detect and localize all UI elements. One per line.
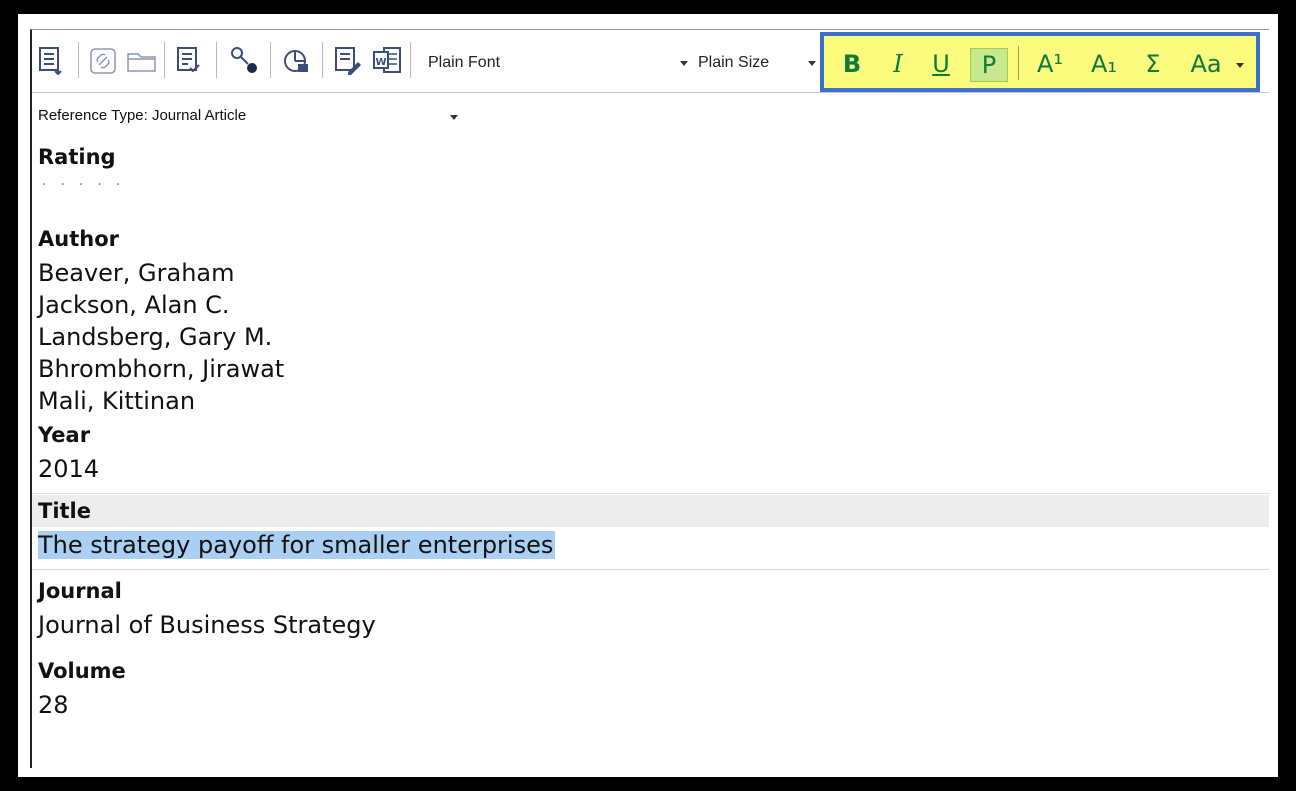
- reference-type-dropdown[interactable]: Reference Type: Journal Article: [38, 107, 246, 124]
- folder-icon[interactable]: [126, 44, 158, 78]
- italic-button[interactable]: I: [886, 48, 910, 80]
- author-value[interactable]: Landsberg, Gary M.: [38, 323, 272, 351]
- toolbar-separator: [410, 42, 411, 78]
- font-dropdown[interactable]: Plain Font: [420, 50, 620, 76]
- author-value[interactable]: Bhrombhorn, Jirawat: [38, 355, 284, 383]
- size-dropdown[interactable]: Plain Size: [698, 50, 808, 76]
- chevron-down-icon[interactable]: [450, 115, 458, 120]
- author-value[interactable]: Beaver, Graham: [38, 259, 235, 287]
- find-fulltext-icon[interactable]: [228, 44, 260, 78]
- title-label-band: [32, 495, 1269, 527]
- bold-button[interactable]: B: [840, 48, 864, 80]
- toolbar-separator: [322, 42, 323, 78]
- reference-panel: W Plain Font Plain Size B I U P A¹ A₁ Σ …: [30, 29, 1269, 768]
- toolbar: W Plain Font Plain Size B I U P A¹ A₁ Σ …: [32, 30, 1269, 93]
- reference-check-icon[interactable]: [174, 44, 206, 78]
- author-value[interactable]: Jackson, Alan C.: [38, 291, 230, 319]
- reference-type-label: Reference Type: Journal Article: [38, 107, 247, 124]
- author-value[interactable]: Mali, Kittinan: [38, 387, 195, 415]
- chevron-down-icon[interactable]: [680, 61, 688, 66]
- year-value[interactable]: 2014: [38, 455, 99, 483]
- font-dropdown-value: Plain Font: [428, 54, 501, 71]
- pie-chart-icon[interactable]: [280, 44, 312, 78]
- divider: [32, 493, 1269, 494]
- chevron-down-icon[interactable]: [1236, 63, 1244, 68]
- insert-citation-icon[interactable]: [36, 44, 68, 78]
- author-label: Author: [38, 227, 119, 251]
- year-label: Year: [38, 423, 91, 447]
- toolbar-separator: [78, 42, 79, 78]
- subscript-button[interactable]: A₁: [1082, 48, 1126, 80]
- rating-stars[interactable]: ·····: [42, 177, 134, 193]
- edit-reference-icon[interactable]: [332, 44, 364, 78]
- link-icon[interactable]: [88, 44, 120, 78]
- underline-button[interactable]: U: [928, 48, 954, 80]
- change-case-button[interactable]: Aa: [1184, 48, 1228, 80]
- word-document-icon[interactable]: W: [372, 44, 404, 78]
- title-value[interactable]: The strategy payoff for smaller enterpri…: [38, 531, 556, 559]
- rating-label: Rating: [38, 145, 116, 169]
- journal-label: Journal: [38, 579, 122, 603]
- journal-value[interactable]: Journal of Business Strategy: [38, 611, 376, 639]
- reference-fields: Reference Type: Journal Article Rating ·…: [32, 93, 1269, 768]
- symbol-button[interactable]: Σ: [1136, 48, 1170, 80]
- window-frame: W Plain Font Plain Size B I U P A¹ A₁ Σ …: [18, 14, 1278, 777]
- toolbar-separator: [1018, 46, 1019, 80]
- toolbar-separator: [164, 42, 165, 78]
- chevron-down-icon[interactable]: [808, 61, 816, 66]
- superscript-button[interactable]: A¹: [1028, 48, 1072, 80]
- title-label: Title: [38, 499, 92, 523]
- svg-text:W: W: [375, 57, 386, 68]
- divider: [32, 569, 1269, 570]
- toolbar-separator: [216, 42, 217, 78]
- toolbar-separator: [270, 42, 271, 78]
- volume-value[interactable]: 28: [38, 691, 69, 719]
- selected-text: The strategy payoff for smaller enterpri…: [38, 531, 556, 559]
- formatting-toolbar: B I U P A¹ A₁ Σ Aa: [820, 32, 1260, 92]
- volume-label: Volume: [38, 659, 126, 683]
- size-dropdown-value: Plain Size: [698, 54, 770, 71]
- plain-button[interactable]: P: [970, 48, 1008, 82]
